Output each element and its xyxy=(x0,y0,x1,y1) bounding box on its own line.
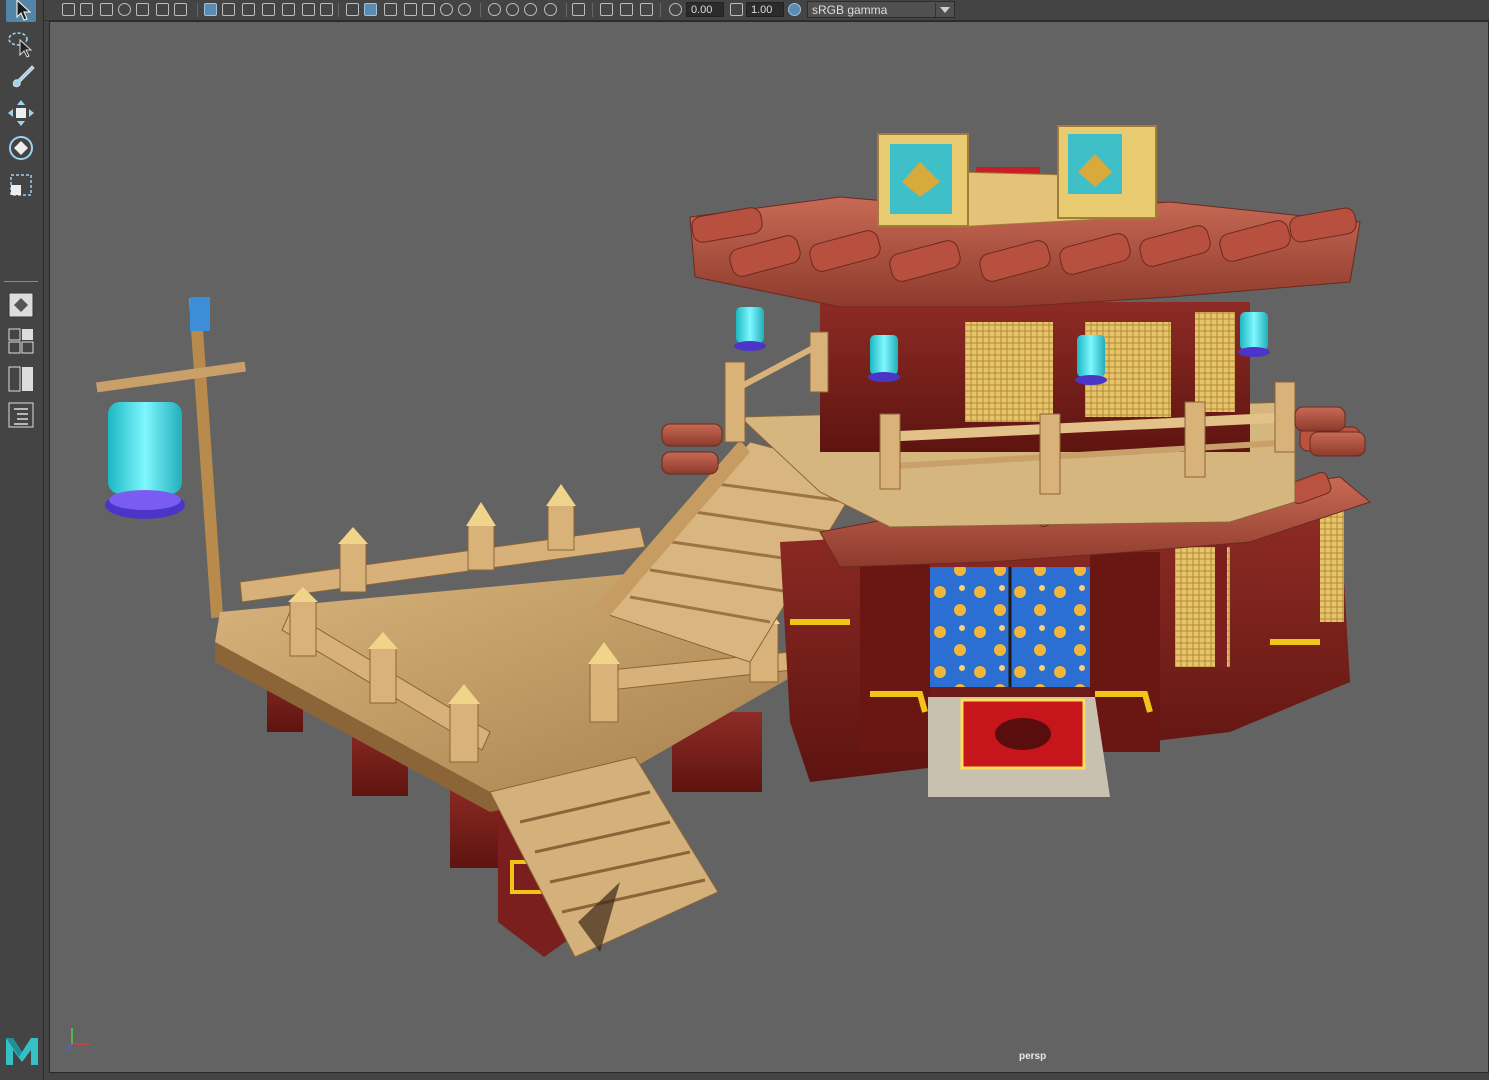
checker-icon[interactable] xyxy=(422,3,435,16)
gate-mask-icon[interactable] xyxy=(262,3,275,16)
scale-box-icon xyxy=(10,174,32,196)
motion-blur-icon[interactable] xyxy=(506,3,519,16)
field-chart-icon[interactable] xyxy=(282,3,295,16)
depth-of-field-icon[interactable] xyxy=(544,3,557,16)
image-plane-icon[interactable] xyxy=(118,3,131,16)
lasso-icon xyxy=(8,32,33,58)
tool-box xyxy=(0,0,44,1080)
move-arrows-icon xyxy=(8,100,34,126)
anti-aliasing-icon[interactable] xyxy=(524,3,537,16)
pagoda-boat-model[interactable] xyxy=(50,22,1488,1072)
single-perspective-layout-button[interactable] xyxy=(6,290,36,320)
2d-pan-zoom-icon[interactable] xyxy=(136,3,149,16)
xray-icon[interactable] xyxy=(600,3,613,16)
paint-brush-icon xyxy=(12,65,35,88)
lantern-pole xyxy=(96,297,246,619)
xray-joints-icon[interactable] xyxy=(640,3,653,16)
exposure-field[interactable]: 0.00 xyxy=(686,2,724,17)
viewport-toolbar: 0.00 1.00 sRGB gamma xyxy=(0,0,1489,21)
two-pane-icon xyxy=(8,366,33,392)
side-by-side-layout-button[interactable] xyxy=(6,364,36,394)
rotate-tool-button[interactable] xyxy=(6,133,36,163)
camera-icon[interactable] xyxy=(62,3,75,16)
outliner-icon xyxy=(8,402,34,428)
arrow-pointer-icon xyxy=(16,0,32,21)
wireframe-icon[interactable] xyxy=(346,3,359,16)
lighting-icon[interactable] xyxy=(440,3,453,16)
single-pane-icon xyxy=(8,292,34,318)
textured-icon[interactable] xyxy=(404,3,417,16)
lantern-large xyxy=(108,402,182,494)
film-gate-icon[interactable] xyxy=(222,3,235,16)
outliner-layout-button[interactable] xyxy=(6,400,36,430)
roof-ornament-right xyxy=(1057,125,1157,219)
resolution-gate-icon[interactable] xyxy=(242,3,255,16)
chevron-down-icon xyxy=(940,7,950,13)
roof-ornament-left xyxy=(877,133,969,227)
smooth-shade-icon[interactable] xyxy=(364,3,377,16)
maya-logo-icon xyxy=(6,1038,38,1065)
isolate-select-icon[interactable] xyxy=(572,3,585,16)
gamma-icon xyxy=(730,3,743,16)
camera-attributes-icon[interactable] xyxy=(80,3,93,16)
upper-roof xyxy=(689,125,1361,308)
safe-title-icon[interactable] xyxy=(302,3,315,16)
color-space-value: sRGB gamma xyxy=(812,3,888,17)
grid-icon[interactable] xyxy=(204,3,217,16)
axis-triad-icon xyxy=(65,1028,90,1051)
wireframe-on-shaded-icon[interactable] xyxy=(384,3,397,16)
rotate-icon xyxy=(9,136,33,160)
shadows-icon[interactable] xyxy=(458,3,471,16)
color-space-select[interactable]: sRGB gamma xyxy=(807,1,955,18)
move-tool-button[interactable] xyxy=(6,98,36,128)
perspective-viewport[interactable]: persp xyxy=(49,21,1489,1073)
paint-select-tool-button[interactable] xyxy=(6,62,36,92)
color-management-icon[interactable] xyxy=(788,3,801,16)
screen-space-ao-icon[interactable] xyxy=(488,3,501,16)
select-tool-button[interactable] xyxy=(6,0,36,22)
four-view-layout-button[interactable] xyxy=(6,326,36,356)
scale-tool-button[interactable] xyxy=(6,170,36,200)
bookmark-icon[interactable] xyxy=(100,3,113,16)
pencil-icon[interactable] xyxy=(174,3,187,16)
safe-action-icon[interactable] xyxy=(320,3,333,16)
exposure-icon xyxy=(669,3,682,16)
xray-active-icon[interactable] xyxy=(620,3,633,16)
toolbox-divider xyxy=(4,281,38,282)
grease-pencil-icon[interactable] xyxy=(156,3,169,16)
camera-name-label: persp xyxy=(1019,1051,1047,1062)
gamma-field[interactable]: 1.00 xyxy=(746,2,784,17)
four-pane-icon xyxy=(8,328,34,354)
lasso-tool-button[interactable] xyxy=(6,28,36,58)
